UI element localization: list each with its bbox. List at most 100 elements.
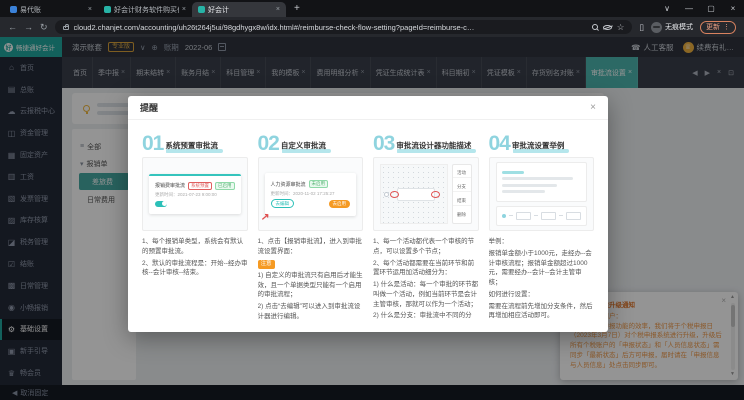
reminder-modal: 提醒 × 01 系统预置审批流 报销费审批流 系统预置: [128, 96, 608, 332]
app-window: 好 畅捷通好会计 ⌂ 首页 ▤ 总账 ☁: [0, 37, 744, 400]
step-line: 2、每个活动都需要在当前环节和前置环节运用加活动细分为：: [373, 259, 479, 279]
modal-title: 提醒: [140, 101, 158, 114]
step-2-header: 02 自定义审批流: [258, 128, 364, 153]
window-close-icon[interactable]: ×: [722, 0, 744, 16]
disabled-tag: 未启用: [309, 180, 329, 188]
step-3-text: 1、每一个活动都代表一个审核的节点，可以设置多个节点；2、每个活动都需要在当前环…: [373, 237, 479, 321]
custom-flow-card: 人力资源审批流 未启用 更新时间：2020-11-02 17:25:27 去编辑…: [265, 173, 357, 216]
flow-card-title: 报销费审批流: [155, 182, 185, 189]
step-line: 1、每一个活动都代表一个审核的节点，可以设置多个节点；: [373, 237, 479, 257]
tab-close-icon[interactable]: ×: [182, 6, 186, 13]
step-2-screenshot: 人力资源审批流 未启用 更新时间：2020-11-02 17:25:27 去编辑…: [258, 157, 364, 231]
lock-icon: [63, 26, 69, 30]
browser-tab[interactable]: 好会计 ×: [192, 2, 286, 17]
update-button[interactable]: 更新 ⋮: [700, 21, 736, 34]
activity-node: [397, 188, 435, 201]
flow-designer-canvas: [380, 164, 448, 224]
modal-body: 01 系统预置审批流 报销费审批流 系统预置 已启用 更新时间：2021-07-…: [128, 120, 608, 329]
browser-tab[interactable]: 好会计财务软件购买价格及… ×: [98, 2, 192, 17]
flow-card-updated: 更新时间：2020-11-02 17:25:27: [271, 191, 351, 197]
context-menu-item: 删除: [453, 211, 471, 219]
preset-flow-card: 报销费审批流 系统预置 已启用 更新时间：2021-07-23 9:00:00: [149, 174, 241, 214]
modal-close-icon[interactable]: ×: [590, 102, 596, 113]
step-line: 报销单金额小于1000元，走经办--会计审核流程；报销单金额超过1000元，需要…: [489, 249, 595, 288]
step-2-text: 1、点击【报销审批流】，进入到审批流设置界面： 注意 1) 自定义的审批流只有启…: [258, 237, 364, 321]
context-menu-item: 活动: [453, 169, 471, 178]
step-title: 审批流设计器功能描述: [396, 140, 471, 153]
step-1-screenshot: 报销费审批流 系统预置 已启用 更新时间：2021-07-23 9:00:00: [142, 157, 248, 231]
context-menu-item: 结束: [453, 197, 471, 206]
minimize-icon[interactable]: —: [678, 0, 700, 16]
step-number: 01: [142, 134, 163, 153]
tab-close-icon[interactable]: ×: [88, 6, 92, 13]
browser-tab-title: 好会计: [208, 5, 273, 15]
settings-form-mock: [496, 162, 588, 202]
step-number: 02: [258, 134, 279, 153]
maximize-icon[interactable]: ▢: [700, 0, 722, 16]
bookmark-star-icon[interactable]: ☆: [617, 22, 625, 33]
edit-button: 去编辑: [271, 199, 295, 208]
browser-tab[interactable]: 易代账 ×: [4, 2, 98, 17]
enable-toggle: [155, 201, 167, 207]
window-controls: ∨ — ▢ ×: [656, 0, 744, 16]
step-1: 01 系统预置审批流 报销费审批流 系统预置 已启用 更新时间：2021-07-…: [142, 128, 248, 321]
incognito-label: 无痕模式: [665, 22, 693, 32]
red-arrow-icon: ↗: [260, 211, 269, 223]
step-line: 2) 点击“去编辑”可以进入到审批流设计器进行编辑。: [258, 302, 364, 321]
step-4: 04 审批流设置举例: [489, 128, 595, 321]
tab-close-icon[interactable]: ×: [276, 6, 280, 13]
step-line: 如何进行设置：: [489, 290, 595, 300]
start-node: [384, 192, 389, 197]
kebab-menu-icon[interactable]: ⋮: [723, 23, 730, 31]
designer-context-menu: 活动分支结束删除: [452, 164, 472, 224]
step-line: 举例：: [489, 237, 595, 247]
site-favicon-icon: [104, 6, 111, 13]
enabled-tag: 已启用: [215, 182, 235, 190]
site-favicon-icon: [10, 6, 17, 13]
step-line: 需要在流程前先增加分支条件，然后再增加相应活动即可。: [489, 302, 595, 322]
incognito-icon: [651, 22, 662, 33]
url-box[interactable]: cloud2.chanjet.com/accounting/uh26t264j5…: [55, 20, 633, 34]
step-number: 03: [373, 134, 394, 153]
step-line: 2、默认的审批流程是：开始--经办审核--会计审核--结束。: [142, 259, 248, 279]
browser-tabstrip: 易代账 × 好会计财务软件购买价格及… × 好会计 × + ∨ — ▢: [0, 0, 744, 17]
zoom-icon[interactable]: [592, 24, 598, 30]
step-1-text: 1、每个报销单类型，系统会有默认的预置审批流。2、默认的审批流程是：开始--经办…: [142, 237, 248, 321]
browser-tabs: 易代账 × 好会计财务软件购买价格及… × 好会计 ×: [0, 0, 286, 17]
flow-card-title: 人力资源审批流: [271, 181, 306, 188]
step-3-header: 03 审批流设计器功能描述: [373, 128, 479, 153]
preset-tag: 系统预置: [188, 182, 212, 190]
side-panel-icon[interactable]: ▯: [639, 22, 644, 33]
tab-search-icon[interactable]: ∨: [656, 0, 678, 16]
address-bar: ← → ↻ cloud2.chanjet.com/accounting/uh26…: [0, 17, 744, 37]
step-title: 自定义审批流: [281, 140, 326, 153]
browser-tab-title: 易代账: [20, 5, 85, 15]
eye-blocked-icon[interactable]: [603, 25, 612, 30]
site-favicon-icon: [198, 6, 205, 13]
step-line: 1) 自定义的审批流只有启用后才能生效，且一个单据类型只能有一个启用的审批流程；: [258, 271, 364, 300]
update-label[interactable]: 更新: [706, 22, 720, 32]
step-line: 1、点击【报销审批流】，进入到审批流设置界面：: [258, 237, 364, 257]
new-tab-button[interactable]: +: [294, 1, 300, 16]
modal-header: 提醒 ×: [128, 96, 608, 120]
reload-icon[interactable]: ↻: [40, 22, 48, 33]
step-2: 02 自定义审批流 人力资源审批流 未启用 更新时间：2020-11-02 17…: [258, 128, 364, 321]
step-title: 系统预置审批流: [165, 140, 218, 153]
highlight-circle: [431, 191, 440, 198]
step-1-header: 01 系统预置审批流: [142, 128, 248, 153]
highlight-circle: [390, 191, 399, 198]
step-4-text: 举例： 报销单金额小于1000元，走经办--会计审核流程；报销单金额超过1000元…: [489, 237, 595, 321]
browser-tab-title: 好会计财务软件购买价格及…: [114, 5, 179, 15]
notice-chip: 注意: [258, 260, 275, 269]
step-3: 03 审批流设计器功能描述: [373, 128, 479, 321]
step-title: 审批流设置举例: [512, 140, 565, 153]
enable-button: 去启用: [329, 200, 351, 208]
step-line: 2) 什么是分支：审批流中不同的分支，例如报销单金额1000元以内是一个审批流程…: [373, 311, 479, 321]
flow-preview-mock: [496, 206, 588, 226]
back-icon[interactable]: ←: [8, 22, 17, 32]
url-text[interactable]: cloud2.chanjet.com/accounting/uh26t264j5…: [74, 23, 587, 32]
step-number: 04: [489, 134, 510, 153]
forward-icon[interactable]: →: [24, 22, 33, 32]
step-4-screenshot: [489, 157, 595, 231]
step-4-header: 04 审批流设置举例: [489, 128, 595, 153]
